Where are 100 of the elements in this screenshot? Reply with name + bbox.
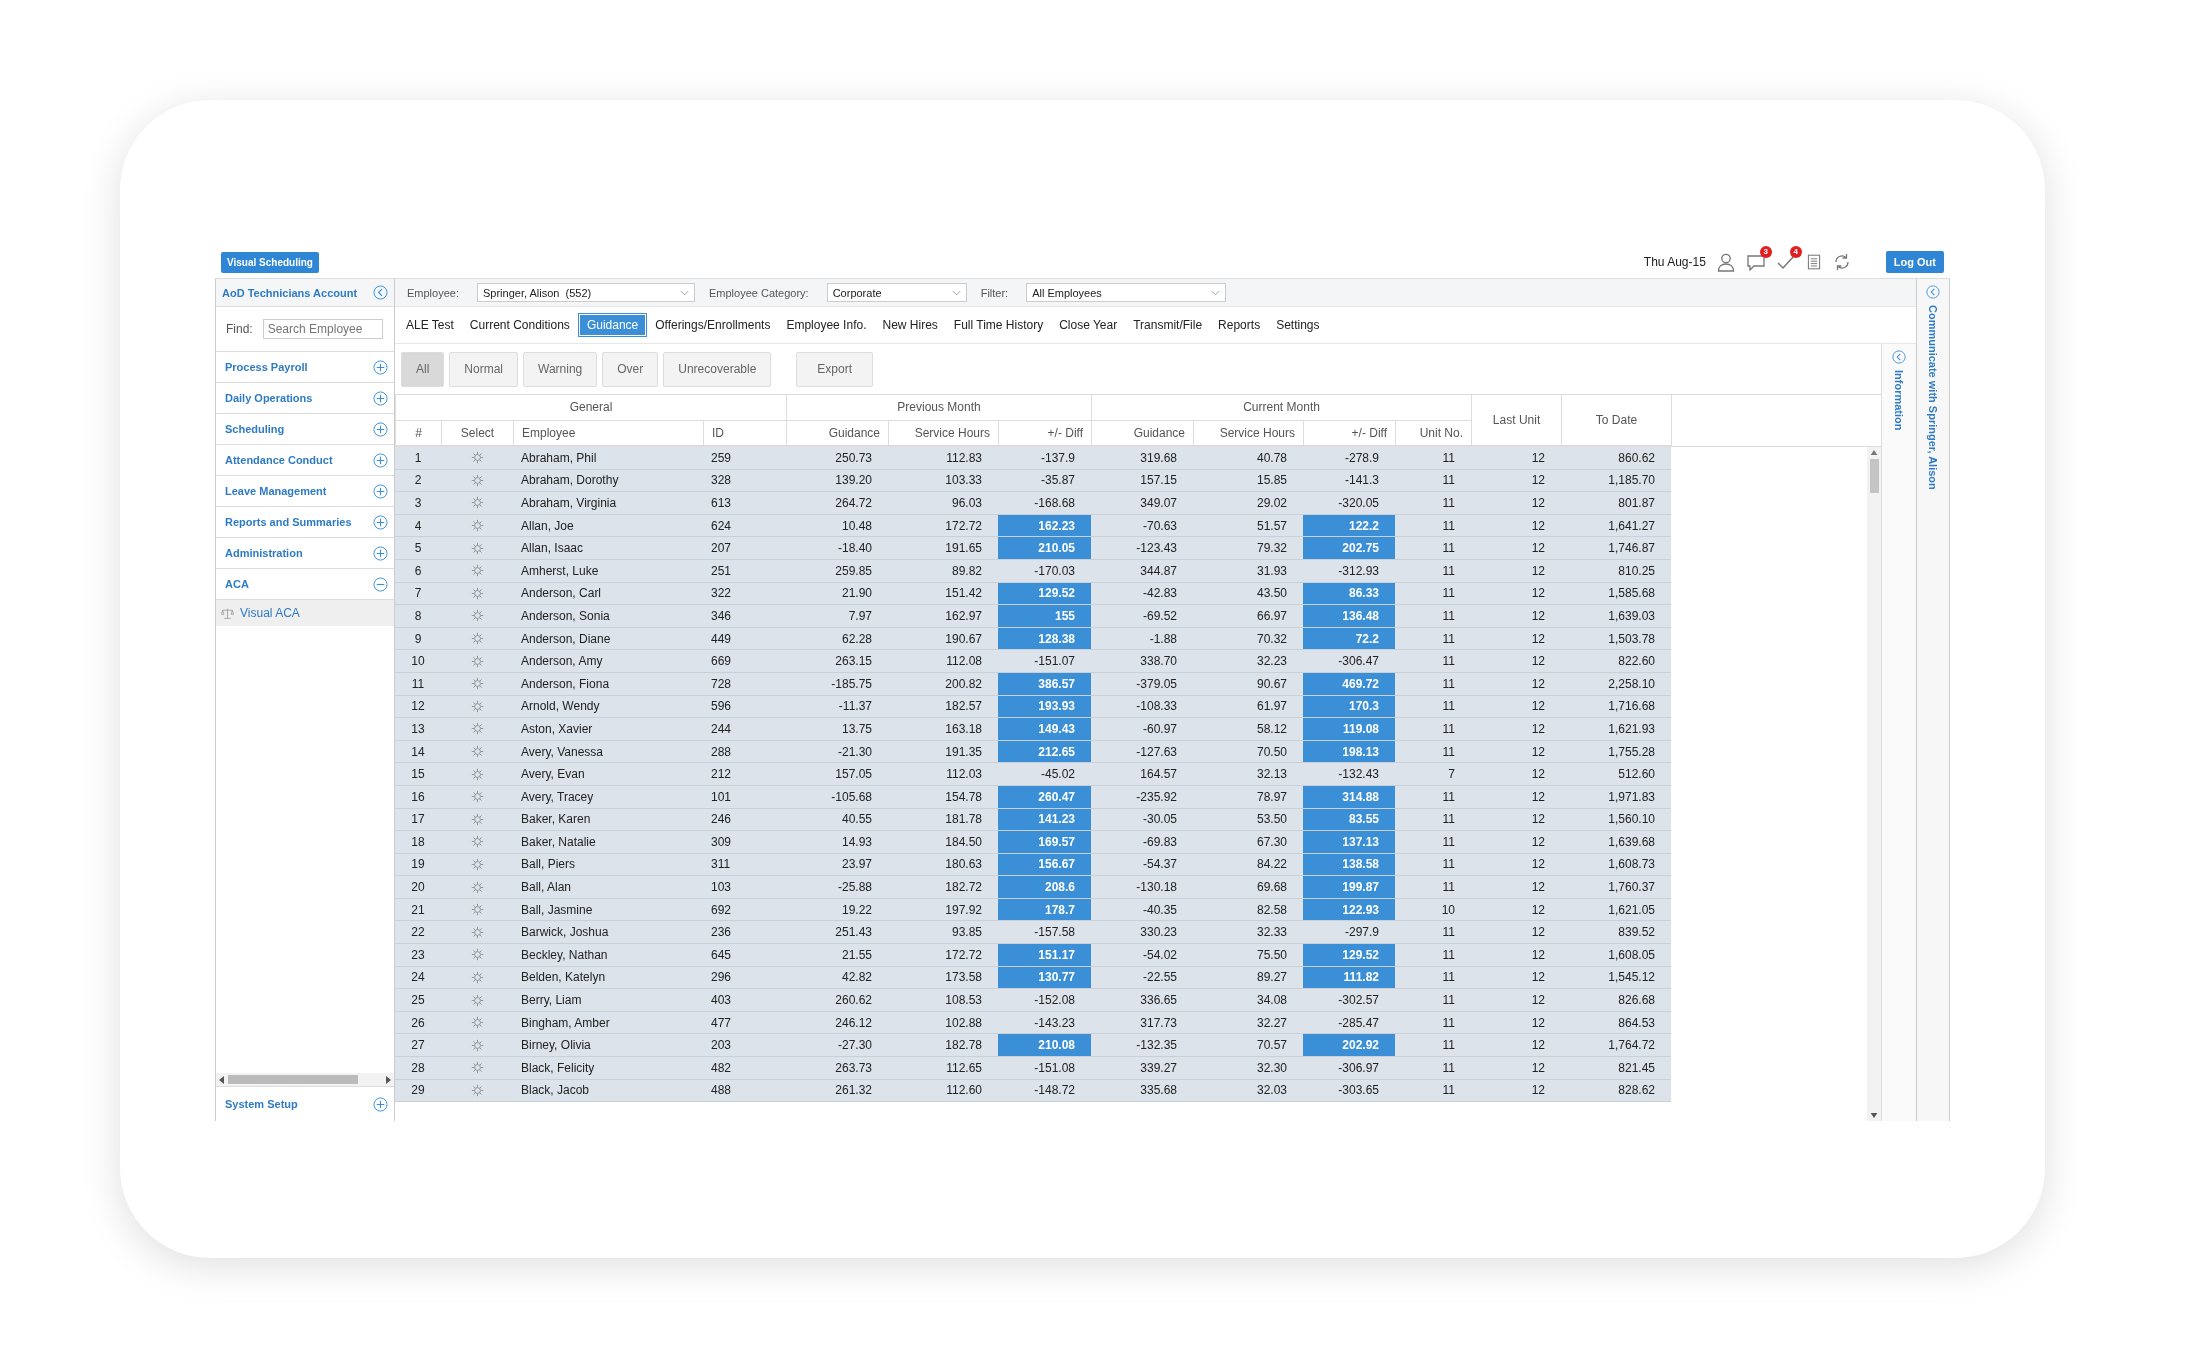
gear-icon[interactable] xyxy=(470,473,484,487)
tab[interactable]: Close Year xyxy=(1052,315,1125,335)
filter-button[interactable]: Over xyxy=(602,351,659,387)
filter-button[interactable]: All xyxy=(401,351,445,387)
table-cell: 12 xyxy=(1471,966,1561,989)
table-cell: 155 xyxy=(998,604,1091,628)
nav-item[interactable]: Attendance Conduct xyxy=(216,445,394,476)
horizontal-scrollbar[interactable] xyxy=(216,1073,394,1086)
vertical-scrollbar[interactable] xyxy=(1867,446,1881,1121)
table-cell: 29 xyxy=(395,1079,441,1102)
scroll-right-icon[interactable] xyxy=(385,1075,391,1084)
dropdown[interactable]: Corporate xyxy=(826,283,967,302)
tab[interactable]: Current Conditions xyxy=(462,315,577,335)
panel-tab[interactable]: Communicate with Springer, Alison xyxy=(1927,305,1939,490)
dropdown[interactable]: All Employees xyxy=(1026,283,1227,302)
gear-icon[interactable] xyxy=(470,564,484,578)
tab[interactable]: ALE Test xyxy=(399,315,461,335)
date-label: Thu Aug-15 xyxy=(1643,255,1706,269)
gear-icon[interactable] xyxy=(470,767,484,781)
panel-tab[interactable]: Information xyxy=(1893,370,1905,431)
tab[interactable]: Settings xyxy=(1269,315,1327,335)
table-cell: 31.93 xyxy=(1193,559,1303,583)
gear-icon[interactable] xyxy=(470,925,484,939)
app-button[interactable]: Visual Scheduling xyxy=(221,251,319,273)
nav-item[interactable]: Scheduling xyxy=(216,414,394,445)
tab[interactable]: Full Time History xyxy=(946,315,1051,335)
chat-icon[interactable] xyxy=(1745,252,1766,272)
table-cell: 14 xyxy=(395,740,441,763)
gear-icon[interactable] xyxy=(470,609,484,623)
tab[interactable]: Transmit/File xyxy=(1126,315,1210,335)
tab[interactable]: Guidance xyxy=(578,314,647,336)
gear-icon[interactable] xyxy=(470,654,484,668)
gear-icon[interactable] xyxy=(470,632,484,646)
gear-icon[interactable] xyxy=(470,903,484,917)
table-cell: 23 xyxy=(395,943,441,967)
nav-item[interactable]: Reports and Summaries xyxy=(216,507,394,538)
dropdown[interactable]: Springer, Alison (552) xyxy=(477,283,695,302)
gear-icon[interactable] xyxy=(470,993,484,1007)
gear-icon[interactable] xyxy=(470,541,484,555)
export-button[interactable]: Export xyxy=(796,351,873,387)
gear-icon[interactable] xyxy=(470,812,484,826)
scroll-up-icon[interactable] xyxy=(1870,449,1878,455)
group-header: General xyxy=(395,395,787,420)
scroll-down-icon[interactable] xyxy=(1870,1113,1878,1118)
nav-item[interactable]: Daily Operations xyxy=(216,383,394,414)
tab[interactable]: Employee Info. xyxy=(779,315,874,335)
collapse-icon[interactable] xyxy=(1892,350,1906,364)
filter-button[interactable]: Normal xyxy=(449,351,518,387)
gear-icon[interactable] xyxy=(470,835,484,849)
filter-button[interactable]: Warning xyxy=(523,351,598,387)
table-cell: 11 xyxy=(1395,875,1471,899)
scroll-thumb[interactable] xyxy=(228,1075,358,1084)
nav-item[interactable]: System Setup xyxy=(216,1086,394,1121)
user-icon[interactable] xyxy=(1715,252,1736,272)
table-cell: -42.83 xyxy=(1091,582,1193,605)
search-field[interactable]: Search Employee xyxy=(262,319,383,339)
logout-button[interactable]: Log Out xyxy=(1885,251,1944,273)
scroll-left-icon[interactable] xyxy=(219,1075,225,1084)
tab[interactable]: Reports xyxy=(1211,315,1268,335)
gear-icon[interactable] xyxy=(470,1038,484,1052)
collapse-icon[interactable] xyxy=(373,285,388,300)
plus-icon xyxy=(373,421,388,437)
tab[interactable]: Offerings/Enrollments xyxy=(648,315,778,335)
gear-icon[interactable] xyxy=(470,970,484,984)
gear-icon[interactable] xyxy=(470,496,484,510)
gear-icon[interactable] xyxy=(470,1061,484,1075)
filter-button[interactable]: Unrecoverable xyxy=(663,351,772,387)
nav-item[interactable]: Leave Management xyxy=(216,476,394,507)
gear-icon[interactable] xyxy=(470,880,484,894)
table-cell: 335.68 xyxy=(1091,1079,1193,1102)
gear-icon[interactable] xyxy=(470,745,484,758)
gear-icon[interactable] xyxy=(470,451,484,465)
scroll-thumb[interactable] xyxy=(1869,458,1879,493)
gear-icon[interactable] xyxy=(470,699,484,713)
tab[interactable]: New Hires xyxy=(875,315,945,335)
gear-icon[interactable] xyxy=(470,1016,484,1030)
table-cell: 1,760.37 xyxy=(1561,875,1671,899)
table-cell: 10 xyxy=(1395,898,1471,921)
gear-icon[interactable] xyxy=(470,1083,484,1097)
table-cell: Abraham, Virginia xyxy=(513,491,703,515)
gear-icon[interactable] xyxy=(470,519,484,533)
gear-icon[interactable] xyxy=(470,948,484,962)
gear-icon[interactable] xyxy=(470,677,484,691)
document-icon[interactable] xyxy=(1805,252,1822,272)
table-cell: 3 xyxy=(395,491,441,515)
collapse-icon[interactable] xyxy=(1926,285,1940,299)
table-cell: 11 xyxy=(1395,1079,1471,1102)
table-cell: 11 xyxy=(1395,717,1471,741)
gear-icon[interactable] xyxy=(470,858,484,871)
nav-subitem[interactable]: Visual ACA xyxy=(216,600,394,626)
table-cell: 20 xyxy=(395,875,441,899)
table-cell: 2,258.10 xyxy=(1561,672,1671,696)
nav-item[interactable]: Administration xyxy=(216,538,394,569)
selector-label: Filter: xyxy=(980,286,1009,299)
gear-icon[interactable] xyxy=(470,586,484,600)
gear-icon[interactable] xyxy=(470,722,484,736)
table-cell: 259 xyxy=(703,446,786,470)
nav-item[interactable]: Process Payroll xyxy=(216,352,394,383)
table-cell: 202.75 xyxy=(1303,536,1395,560)
gear-icon[interactable] xyxy=(470,790,484,804)
